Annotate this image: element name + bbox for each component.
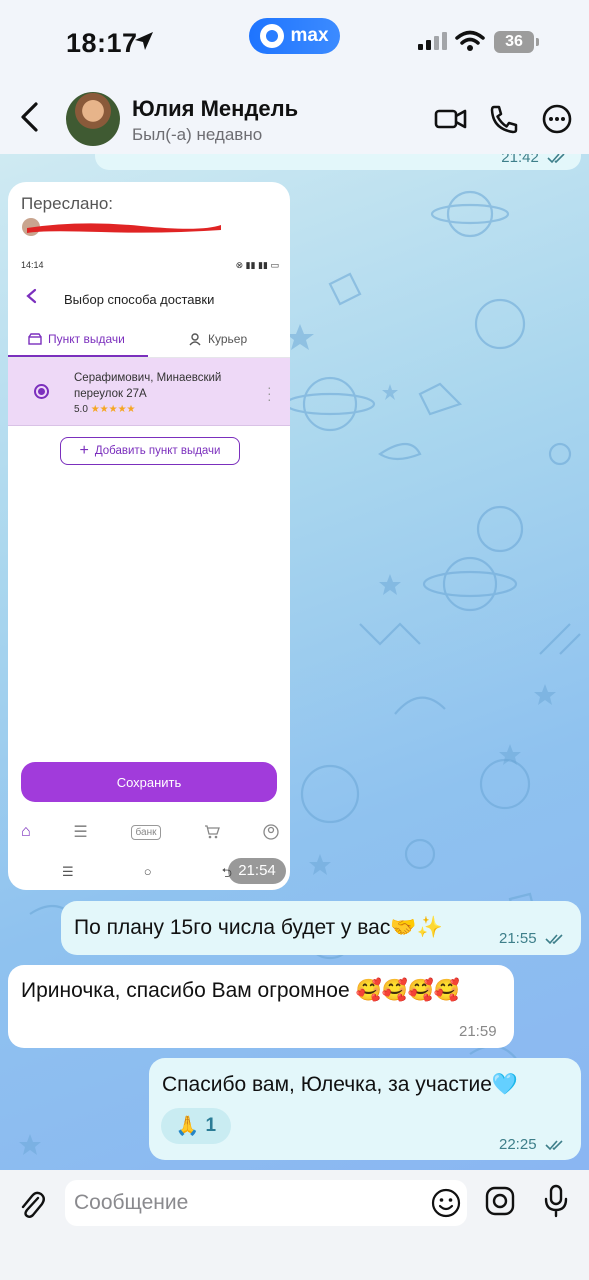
emoji-smile-icon[interactable] [430,1187,462,1219]
screenshot-bottom-nav: ⌂ ☰ банк [21,822,279,842]
kebab-menu-icon: · · · [267,379,272,407]
menu-icon: ☰ [73,824,88,841]
forwarded-label: Переслано: [21,194,114,213]
tab-courier-label: Курьер [208,332,248,346]
previous-message-bubble[interactable]: 21:42 [95,154,581,170]
pickup-address: Серафимович, Минаевский переулок 27А [74,372,222,400]
screenshot-status-time: 14:14 [21,260,44,270]
wifi-icon [455,30,485,51]
location-arrow-icon [135,32,153,50]
attach-paperclip-icon[interactable] [18,1188,46,1222]
contact-status: Был(-а) недавно [132,125,263,144]
screenshot-status-bar: 14:14 ⊗ ▮▮ ▮▮ ▭ [21,260,279,271]
profile-icon [263,824,279,840]
status-bar: 18:17 max 36 [0,0,589,88]
max-app-label: max [290,25,329,46]
screenshot-tab-pickup: Пункт выдачи [28,332,125,346]
chat-area[interactable]: 21:42 Переслано: 14:14 ⊗ ▮▮ ▮▮ ▭ Выбор с… [0,154,589,1170]
recents-icon: ☰ [62,864,74,879]
rating-stars-icon: ★★★★★ [90,404,136,415]
max-app-pill[interactable]: max [249,18,340,54]
message-time: 21:54 [228,858,286,884]
reaction-count: 1 [205,1115,217,1136]
cart-icon [205,825,221,839]
screenshot-page-title: Выбор способа доставки [64,292,215,307]
message-input[interactable]: Сообщение [65,1180,467,1226]
bank-tab: банк [130,824,162,840]
screenshot-add-pickup-button: + Добавить пункт выдачи [60,437,240,465]
message-input-bar: Сообщение [0,1170,589,1280]
contact-avatar[interactable] [66,92,120,146]
courier-icon [189,333,201,346]
tab-pickup-label: Пункт выдачи [48,332,125,346]
message-time: 21:59 [459,1023,497,1040]
redacted-sender[interactable] [21,216,221,238]
message-text: Ириночка, спасибо Вам огромное 🥰🥰🥰🥰 [21,979,461,1002]
outgoing-message[interactable]: По плану 15го числа будет у вас🤝✨ 21:55 [61,901,581,955]
phone-call-icon[interactable] [488,104,522,134]
radio-selected-icon [34,384,49,399]
camera-icon[interactable] [484,1185,516,1217]
plus-icon: + [79,442,89,459]
screenshot-status-icons: ⊗ ▮▮ ▮▮ ▭ [235,260,279,270]
message-text: Спасибо вам, Юлечка, за участие🩵 [162,1073,519,1096]
home-circle-icon: ○ [143,864,152,879]
incoming-message[interactable]: Ириночка, спасибо Вам огромное 🥰🥰🥰🥰 21:5… [8,965,514,1048]
message-time: 21:42 [501,154,539,166]
video-call-icon[interactable] [434,104,468,134]
pickup-rating: 5.0 ★★★★★ [74,404,136,415]
battery-icon: 36 [494,31,539,53]
screenshot-back-icon [26,288,37,304]
outgoing-message[interactable]: Спасибо вам, Юлечка, за участие🩵 🙏 1 22:… [149,1058,581,1160]
message-text: По плану 15го числа будет у вас🤝✨ [74,916,443,939]
rating-value: 5.0 [74,404,88,415]
message-time: 21:55 [499,930,537,947]
home-icon: ⌂ [21,823,31,840]
screenshot-save-button: Сохранить [21,762,277,802]
screenshot-tab-courier: Курьер [188,332,247,346]
read-checkmarks-icon [545,1140,563,1151]
message-time: 22:25 [499,1136,537,1153]
status-time: 18:17 [66,28,138,58]
cellular-signal-icon [418,32,447,50]
add-pickup-label: Добавить пункт выдачи [94,445,221,457]
message-placeholder: Сообщение [74,1191,189,1214]
more-options-icon[interactable] [540,104,574,134]
message-reaction[interactable]: 🙏 1 [161,1108,231,1144]
back-chevron-icon[interactable] [14,100,44,134]
chat-header: Юлия Мендель Был(-а) недавно [0,88,589,154]
contact-name[interactable]: Юлия Мендель [132,96,298,122]
microphone-icon[interactable] [543,1184,569,1218]
read-checkmarks-icon [545,934,563,945]
pray-reaction-icon: 🙏 [175,1116,200,1137]
read-checkmarks-icon [547,154,565,164]
screenshot-pickup-point: Серафимович, Минаевский переулок 27А 5.0… [8,358,290,426]
screenshot-system-nav: ☰ ○ ⮌ [62,864,232,886]
forwarded-image-message[interactable]: Переслано: 14:14 ⊗ ▮▮ ▮▮ ▭ Выбор способа… [8,182,290,890]
store-icon [28,333,42,345]
max-logo-icon [260,24,285,48]
